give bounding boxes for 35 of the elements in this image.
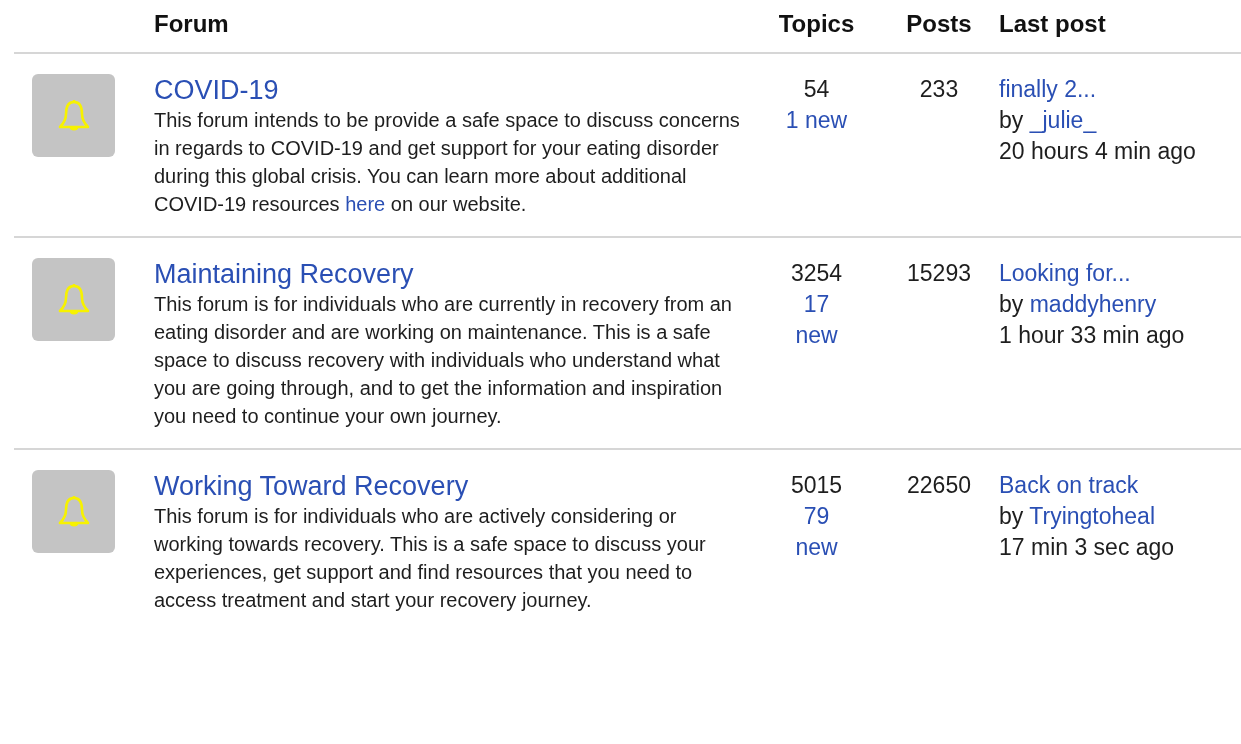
- topics-column-header: Topics: [778, 10, 855, 37]
- author-link[interactable]: maddyhenry: [1029, 291, 1157, 317]
- last-post-column-header: Last post: [999, 10, 1106, 37]
- post-count: 15293: [907, 259, 971, 288]
- byline: by maddyhenry: [999, 290, 1157, 319]
- byline: by _julie_: [999, 106, 1097, 135]
- here-link[interactable]: here: [345, 193, 386, 215]
- author-link[interactable]: _julie_: [1029, 107, 1097, 133]
- last-post-link[interactable]: Back on track: [999, 472, 1139, 498]
- author-link[interactable]: Tryingtoheal: [1029, 503, 1155, 529]
- topic-count: 3254: [790, 259, 843, 288]
- posts-column-header: Posts: [906, 10, 972, 37]
- forum-description: This forum intends to be provide a safe space to discuss concerns in regards to COVID-19 and get support for your eating disorder during this global crisis. You can learn more about additional COVID-19 resources here on our website.: [154, 108, 741, 217]
- forum-description: This forum is for individuals who are currently in recovery from an eating disorder and are working on maintenance. This is a safe space to discuss recovery with individuals who understand what you are going through, and to get the information and inspiration you need to continue your own journey.: [154, 292, 733, 429]
- new-topics-link[interactable]: 79 new: [781, 501, 852, 563]
- post-time: 1 hour 33 min ago: [999, 322, 1185, 348]
- last-post-link[interactable]: Looking for...: [999, 260, 1131, 286]
- new-topics-link[interactable]: 17 new: [781, 289, 852, 351]
- forum-description: This forum is for individuals who are actively considering or working towards recovery. This is a safe space to discuss your experiences, get support and find resources that you need to access treatment and start your recovery journey.: [154, 504, 707, 613]
- forum-bell-icon: [32, 74, 115, 157]
- forum-title-link[interactable]: Maintaining Recovery: [154, 259, 414, 289]
- topic-count: 5015: [790, 471, 843, 500]
- forum-title-link[interactable]: Working Toward Recovery: [154, 471, 469, 501]
- forum-bell-icon: [32, 258, 115, 341]
- forum-bell-icon: [32, 470, 115, 553]
- forum-column-header: Forum: [154, 10, 229, 37]
- new-topics-link[interactable]: 1 new: [785, 105, 848, 136]
- post-count: 22650: [907, 471, 971, 500]
- post-count: 233: [919, 75, 959, 104]
- post-time: 17 min 3 sec ago: [999, 534, 1175, 560]
- forum-title-link[interactable]: COVID-19: [154, 75, 279, 105]
- topic-count: 54: [803, 75, 830, 104]
- last-post-link[interactable]: finally 2...: [999, 76, 1097, 102]
- post-time: 20 hours 4 min ago: [999, 138, 1196, 164]
- byline: by Tryingtoheal: [999, 502, 1155, 531]
